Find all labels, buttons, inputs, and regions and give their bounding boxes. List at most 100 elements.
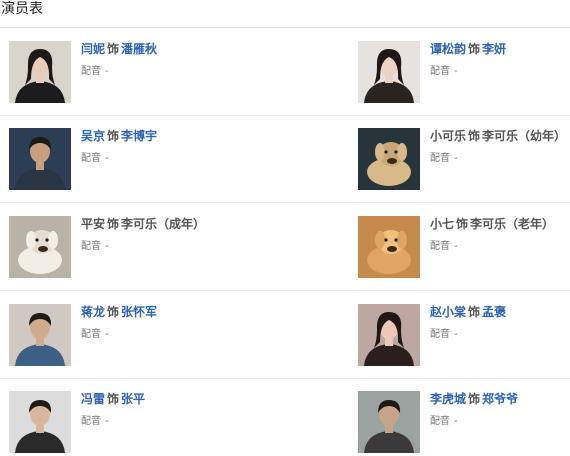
row-divider [0,202,570,203]
cast-role-line: 蒋龙饰张怀军 [81,304,157,320]
voice-value: - [105,66,109,77]
voice-line: 配音 - [430,415,458,429]
cast-role-line: 谭松韵饰李妍 [430,41,506,57]
role-connector: 饰 [468,392,481,406]
role-name[interactable]: 孟褒 [482,305,506,319]
voice-value: - [105,329,109,340]
dog-photo [9,216,71,278]
voice-line: 配音 - [430,240,458,254]
actor-portrait-photo [9,391,71,453]
role-connector: 饰 [456,217,469,231]
voice-line: 配音 - [430,65,458,79]
voice-label: 配音 [81,153,101,164]
role-connector: 饰 [107,392,120,406]
role-connector: 饰 [107,217,120,231]
role-name[interactable]: 潘雁秋 [121,42,157,56]
role-name[interactable]: 郑爷爷 [482,392,518,406]
voice-label: 配音 [430,416,450,427]
role-connector: 饰 [468,305,481,319]
voice-value: - [454,416,458,427]
cast-photo[interactable] [358,128,420,190]
cast-photo[interactable] [358,41,420,103]
cast-item: 小七饰李可乐（老年） 配音 - [358,216,570,278]
title-divider [0,27,570,28]
cast-item: 冯雷饰张平 配音 - [9,391,239,453]
voice-label: 配音 [430,241,450,252]
cast-role-line: 小七饰李可乐（老年） [430,216,554,232]
voice-label: 配音 [81,416,101,427]
role-name: 李可乐（成年） [121,217,206,231]
voice-line: 配音 - [81,415,109,429]
cast-item: 李虎城饰郑爷爷 配音 - [358,391,570,453]
cast-role-line: 小可乐饰李可乐（幼年） [430,128,566,144]
cast-photo[interactable] [358,391,420,453]
golden-dog-photo [358,216,420,278]
cast-photo[interactable] [358,304,420,366]
voice-value: - [454,66,458,77]
voice-value: - [105,241,109,252]
actor-name: 平安 [81,217,106,231]
actor-name: 小可乐 [430,129,467,143]
cast-photo[interactable] [9,304,71,366]
actor-name: 小七 [430,217,455,231]
voice-label: 配音 [430,153,450,164]
actor-name[interactable]: 赵小棠 [430,305,466,319]
actor-name[interactable]: 冯雷 [81,392,105,406]
role-connector: 饰 [107,305,120,319]
voice-label: 配音 [81,329,101,340]
actress-portrait-photo [358,304,420,366]
cast-photo[interactable] [9,41,71,103]
role-connector: 饰 [468,42,481,56]
voice-line: 配音 - [81,328,109,342]
actor-portrait-photo [9,304,71,366]
voice-value: - [454,241,458,252]
cast-item: 吴京饰李博宇 配音 - [9,128,239,190]
actor-name[interactable]: 闫妮 [81,42,105,56]
row-divider [0,378,570,379]
role-connector: 饰 [468,129,481,143]
page-title: 演员表 [1,1,43,17]
voice-label: 配音 [81,241,101,252]
actor-name[interactable]: 蒋龙 [81,305,105,319]
actor-name[interactable]: 谭松韵 [430,42,466,56]
voice-label: 配音 [430,329,450,340]
cast-role-line: 李虎城饰郑爷爷 [430,391,518,407]
actor-name[interactable]: 李虎城 [430,392,466,406]
role-name: 李可乐（老年） [470,217,555,231]
cast-role-line: 赵小棠饰孟褒 [430,304,506,320]
role-name[interactable]: 张怀军 [121,305,157,319]
cast-item: 谭松韵饰李妍 配音 - [358,41,570,103]
cast-item: 小可乐饰李可乐（幼年） 配音 - [358,128,570,190]
voice-line: 配音 - [430,152,458,166]
voice-label: 配音 [430,66,450,77]
voice-label: 配音 [81,66,101,77]
actor-portrait-photo [358,391,420,453]
role-connector: 饰 [107,129,120,143]
cast-photo[interactable] [358,216,420,278]
voice-line: 配音 - [81,152,109,166]
cast-role-line: 冯雷饰张平 [81,391,145,407]
voice-value: - [454,329,458,340]
voice-line: 配音 - [430,328,458,342]
cast-role-line: 平安饰李可乐（成年） [81,216,205,232]
cast-photo[interactable] [9,216,71,278]
cast-item: 平安饰李可乐（成年） 配音 - [9,216,239,278]
cast-role-line: 闫妮饰潘雁秋 [81,41,157,57]
role-name[interactable]: 李博宇 [121,129,157,143]
role-name[interactable]: 李妍 [482,42,506,56]
cast-photo[interactable] [9,391,71,453]
cast-item: 闫妮饰潘雁秋 配音 - [9,41,239,103]
actor-portrait-photo [9,128,71,190]
actress-portrait-photo [9,41,71,103]
role-name: 李可乐（幼年） [482,129,567,143]
cast-photo[interactable] [9,128,71,190]
voice-value: - [454,153,458,164]
voice-line: 配音 - [81,65,109,79]
cast-item: 蒋龙饰张怀军 配音 - [9,304,239,366]
puppy-photo [358,128,420,190]
role-connector: 饰 [107,42,120,56]
actor-name[interactable]: 吴京 [81,129,105,143]
voice-value: - [105,416,109,427]
voice-value: - [105,153,109,164]
role-name[interactable]: 张平 [121,392,145,406]
